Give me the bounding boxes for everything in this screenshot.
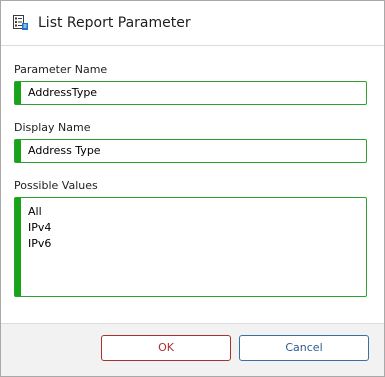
dialog-content: Parameter Name AddressType Display Name … — [1, 46, 384, 324]
possible-values-textarea[interactable]: All IPv4 IPv6 — [14, 197, 367, 297]
display-name-value: Address Type — [28, 144, 101, 157]
possible-values-label: Possible Values — [14, 179, 98, 192]
possible-values-list: All IPv4 IPv6 — [28, 204, 51, 252]
cancel-button[interactable]: Cancel — [239, 335, 369, 361]
parameter-name-value: AddressType — [28, 86, 98, 99]
possible-value-item: All — [28, 205, 42, 218]
list-report-parameter-dialog: List Report Parameter Parameter Name Add… — [0, 0, 385, 377]
ok-button[interactable]: OK — [101, 335, 231, 361]
possible-value-item: IPv6 — [28, 237, 52, 250]
dialog-title: List Report Parameter — [38, 15, 191, 31]
possible-value-item: IPv4 — [28, 221, 52, 234]
parameter-name-field[interactable]: AddressType — [14, 81, 367, 105]
dialog-titlebar: List Report Parameter — [1, 1, 384, 46]
display-name-field[interactable]: Address Type — [14, 139, 367, 163]
parameter-name-label: Parameter Name — [14, 63, 108, 76]
list-report-icon — [13, 15, 28, 30]
display-name-label: Display Name — [14, 121, 91, 134]
dialog-footer: OK Cancel — [1, 324, 384, 376]
